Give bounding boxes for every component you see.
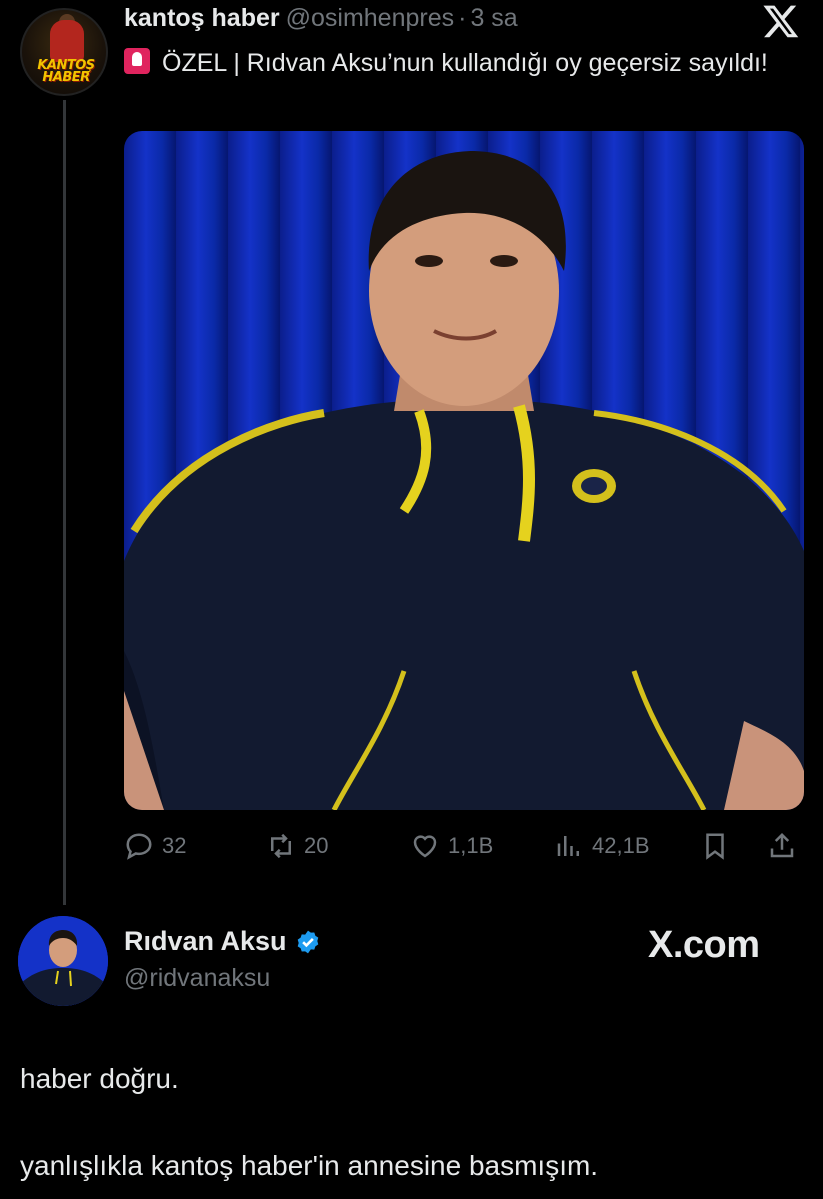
avatar-portrait [18,916,108,1006]
reply-text-line-1: haber doğru. [20,1063,179,1094]
tweet-time-separator: · [458,4,467,32]
views-action[interactable]: 42,1B [554,826,650,866]
reply-name-row: Rıdvan Aksu [124,926,321,957]
tweet-text-content: ÖZEL | Rıdvan Aksu’nun kullandığı oy geç… [162,49,768,77]
tweet-handle[interactable]: @osimhenpres [286,4,455,32]
thread-line [63,100,66,905]
verified-badge-icon [297,930,318,953]
tweet-text: ÖZEL | Rıdvan Aksu’nun kullandığı oy geç… [124,44,804,83]
reply-handle[interactable]: @ridvanaksu [124,964,270,993]
like-action[interactable]: 1,1B [410,826,493,866]
reply-action[interactable]: 32 [124,826,186,866]
reply-display-name[interactable]: Rıdvan Aksu [124,926,287,957]
tweet-header: kantoş haber @osimhenpres · 3 sa [124,4,518,33]
reply-count: 32 [162,833,187,858]
x-com-watermark: X.com [648,924,760,966]
avatar-figure-body [50,20,84,62]
share-action[interactable] [767,826,805,866]
x-logo-icon [763,5,799,38]
views-count: 42,1B [592,833,650,858]
kantos-haber-avatar[interactable]: KANTOŞ HABER [20,8,108,96]
avatar-logo-text: KANTOŞ HABER [37,58,95,85]
like-count: 1,1B [448,833,494,858]
tweet-photo[interactable] [124,131,804,810]
retweet-action[interactable]: 20 [266,826,328,866]
reply-bubble-icon [126,833,152,860]
tweet-timestamp[interactable]: 3 sa [470,4,517,32]
share-icon [770,832,794,858]
siren-emoji-icon [124,48,150,74]
ridvan-aksu-avatar[interactable] [18,916,108,1006]
views-bar-chart-icon [557,836,579,856]
bookmark-icon [706,833,724,860]
heart-icon [413,835,437,858]
tweet-actions-bar: 32 20 1,1B 42,1B [124,826,804,866]
bookmark-action[interactable] [700,826,738,866]
tweet-display-name[interactable]: kantoş haber [124,4,280,32]
photo-illustration [124,151,804,810]
retweet-count: 20 [304,833,329,858]
reply-text-line-2: yanlışlıkla kantoş haber'in annesine bas… [20,1150,599,1181]
retweet-icon [271,833,291,859]
